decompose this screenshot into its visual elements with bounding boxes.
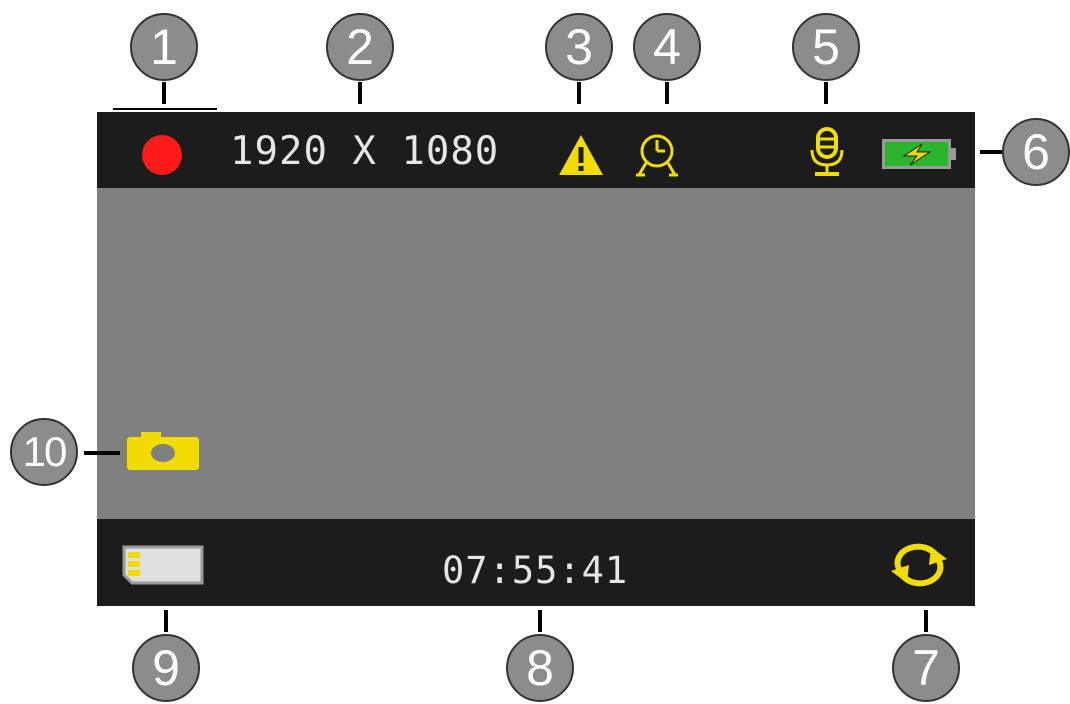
callout-8: 8 xyxy=(506,634,574,702)
callout-1: 1 xyxy=(130,13,198,81)
callout-7: 7 xyxy=(892,634,960,702)
leader-line-1 xyxy=(162,82,166,104)
battery-charging-icon xyxy=(882,139,956,169)
loop-recording-icon xyxy=(891,543,947,587)
top-status-bar: 1920 X 1080 xyxy=(97,112,975,188)
leader-line-2 xyxy=(358,82,362,104)
bottom-status-bar: 07:55:41 xyxy=(97,519,975,606)
leader-line-3 xyxy=(577,82,581,104)
callout-10: 10 xyxy=(10,418,78,486)
callout-9: 9 xyxy=(132,634,200,702)
callout-5: 5 xyxy=(792,13,860,81)
leader-line-6 xyxy=(980,150,1004,154)
sd-card-icon xyxy=(122,545,204,585)
warning-icon xyxy=(559,135,603,175)
resolution-label: 1920 X 1080 xyxy=(230,129,500,174)
leader-line-4 xyxy=(665,82,669,104)
leader-line-5 xyxy=(824,82,828,104)
microphone-icon xyxy=(810,127,844,176)
dashcam-screen: 1920 X 1080 07:55:41 xyxy=(97,112,975,606)
recording-timer: 07:55:41 xyxy=(442,549,629,592)
leader-line-9 xyxy=(164,610,168,632)
record-dot-icon xyxy=(142,135,182,175)
camera-icon xyxy=(127,432,199,470)
clock-icon xyxy=(636,134,678,177)
callout-2: 2 xyxy=(326,13,394,81)
callout-6: 6 xyxy=(1002,118,1070,186)
leader-line-8 xyxy=(538,610,542,632)
leader-line-7 xyxy=(924,610,928,632)
callout-3: 3 xyxy=(545,13,613,81)
callout-4: 4 xyxy=(633,13,701,81)
leader-line-1-cap xyxy=(113,108,217,110)
leader-line-10 xyxy=(84,451,120,455)
